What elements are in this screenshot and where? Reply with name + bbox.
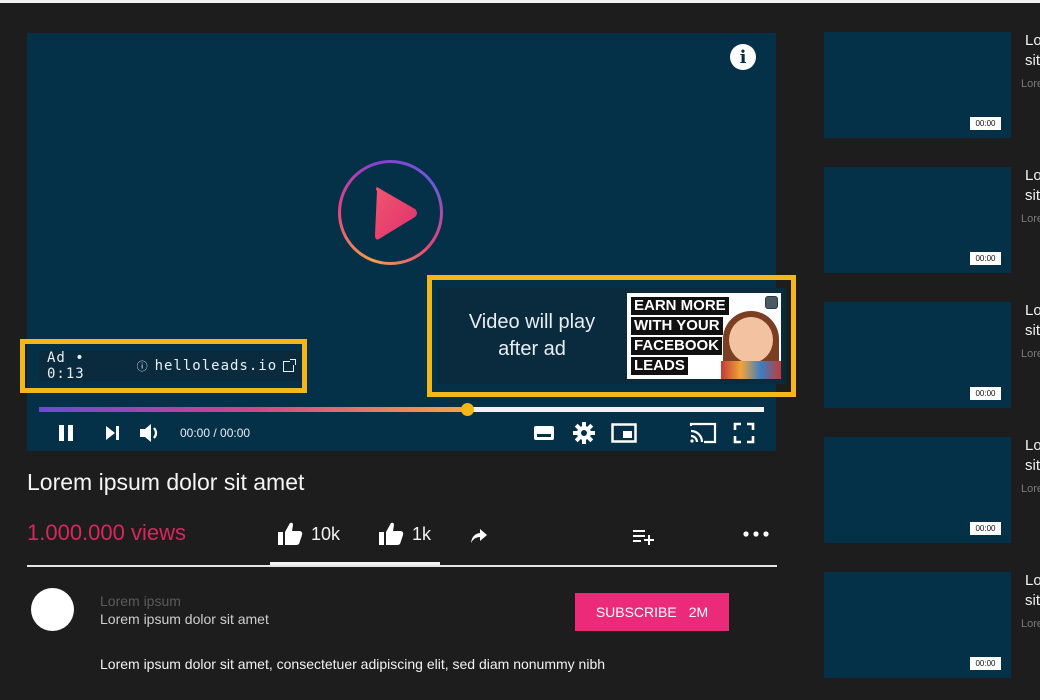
sidebar-title-line2[interactable]: sit [1025, 457, 1040, 474]
settings-button[interactable] [572, 421, 596, 445]
sidebar-video-item[interactable]: 00:00 Lo sit Lorem [824, 302, 1040, 408]
sidebar-title-line2[interactable]: sit [1025, 592, 1040, 609]
ad-badge-icon [765, 296, 778, 309]
ad-countdown: Ad • 0:13 [47, 350, 85, 382]
avatar-face [729, 317, 773, 363]
channel-avatar[interactable] [31, 588, 74, 631]
subscribe-label: SUBSCRIBE [595, 604, 677, 620]
volume-icon [140, 424, 158, 442]
preview-line-2: after ad [498, 338, 566, 360]
info-small-icon: ⓘ [136, 360, 149, 373]
dislike-button[interactable]: 1k [378, 522, 431, 546]
sidebar-meta: Lorem [1021, 78, 1040, 90]
sidebar-meta: Lorem [1021, 348, 1040, 360]
thumbs-up-icon [278, 522, 303, 545]
pause-icon [59, 425, 73, 441]
rating-underline [270, 562, 440, 565]
ad-thumbnail[interactable]: EARN MORE WITH YOUR FACEBOOK LEADS [627, 293, 781, 379]
like-count: 10k [311, 523, 341, 544]
next-button[interactable] [101, 421, 123, 445]
skip-next-icon [106, 426, 119, 440]
sidebar-meta: Lorem [1021, 618, 1040, 630]
ad-text-line: FACEBOOK [631, 337, 723, 355]
preview-message: Video will play after ad [437, 309, 627, 363]
subscribe-button[interactable]: SUBSCRIBE 2M [575, 593, 729, 631]
view-count: 1.000.000 views [27, 520, 186, 545]
ad-domain-link[interactable]: helloleads.io [155, 358, 278, 374]
pause-button[interactable] [55, 421, 77, 445]
add-to-playlist-icon [633, 530, 654, 545]
subscriber-count: 2M [688, 604, 709, 620]
ad-info-bar[interactable]: Ad • 0:13 ⓘ helloleads.io [39, 350, 302, 382]
duration-badge: 00:00 [970, 117, 1001, 130]
ad-text-line: EARN MORE [631, 297, 729, 315]
ad-preview-highlight: Video will play after ad EARN MORE WITH … [427, 275, 796, 397]
info-icon[interactable]: i [730, 44, 756, 70]
subtitles-button[interactable] [532, 421, 556, 445]
ad-info-highlight: Ad • 0:13 ⓘ helloleads.io [20, 339, 307, 393]
sidebar-thumbnail[interactable]: 00:00 [824, 437, 1011, 543]
sidebar-video-item[interactable]: 00:00 Lo sit Lorem [824, 437, 1040, 543]
fullscreen-button[interactable] [732, 421, 756, 445]
sidebar-video-item[interactable]: 00:00 Lo sit Lorem [824, 32, 1040, 138]
play-icon [374, 186, 417, 239]
progress-fill [39, 407, 467, 412]
duration-badge: 00:00 [970, 252, 1001, 265]
volume-button[interactable] [137, 421, 163, 445]
top-border [0, 0, 1040, 3]
preview-line-1: Video will play [468, 311, 596, 333]
sidebar-video-item[interactable]: 00:00 Lo sit Lorem [824, 167, 1040, 273]
channel-subtitle: Lorem ipsum dolor sit amet [100, 611, 269, 627]
sidebar-thumbnail[interactable]: 00:00 [824, 167, 1011, 273]
share-icon [471, 529, 487, 543]
more-button[interactable] [742, 530, 770, 538]
sidebar-title[interactable]: Lo [1025, 167, 1040, 184]
like-button[interactable]: 10k [277, 522, 340, 546]
sidebar-video-item[interactable]: 00:00 Lo sit Lorem [824, 572, 1040, 678]
sidebar-title[interactable]: Lo [1025, 572, 1040, 589]
duration-badge: 00:00 [970, 522, 1001, 535]
cast-button[interactable] [688, 421, 718, 445]
avatar-body [721, 361, 781, 379]
miniplayer-button[interactable] [610, 421, 638, 445]
ad-text-line: LEADS [631, 357, 688, 375]
fullscreen-icon [733, 422, 755, 444]
sidebar-title-line2[interactable]: sit [1025, 52, 1040, 69]
sidebar-meta: Lorem [1021, 213, 1040, 225]
dislike-count: 1k [412, 523, 432, 544]
duration-badge: 00:00 [970, 657, 1001, 670]
external-link-icon[interactable] [283, 358, 296, 372]
add-to-playlist-button[interactable] [633, 529, 655, 545]
video-title: Lorem ipsum dolor sit amet [27, 469, 305, 495]
duration-badge: 00:00 [970, 387, 1001, 400]
sidebar-title[interactable]: Lo [1025, 437, 1040, 454]
progress-thumb[interactable] [460, 403, 474, 416]
cast-icon [689, 422, 717, 444]
sidebar-title[interactable]: Lo [1025, 302, 1040, 319]
progress-bar[interactable] [39, 403, 764, 416]
sidebar-meta: Lorem [1021, 483, 1040, 495]
time-display: 00:00 / 00:00 [180, 426, 251, 440]
sidebar-title-line2[interactable]: sit [1025, 322, 1040, 339]
ad-text-line: WITH YOUR [631, 317, 723, 335]
channel-name[interactable]: Lorem ipsum [100, 593, 181, 609]
miniplayer-icon [611, 423, 637, 443]
sidebar-title-line2[interactable]: sit [1025, 187, 1040, 204]
actions-divider [27, 565, 777, 567]
sidebar-title[interactable]: Lo [1025, 32, 1040, 49]
thumbs-up-icon [379, 522, 404, 545]
sidebar-thumbnail[interactable]: 00:00 [824, 32, 1011, 138]
ad-preview-panel: Video will play after ad EARN MORE WITH … [437, 288, 786, 384]
more-icon [743, 531, 769, 537]
subtitles-icon [534, 426, 554, 440]
gear-icon [573, 422, 595, 444]
sidebar-thumbnail[interactable]: 00:00 [824, 572, 1011, 678]
video-description: Lorem ipsum dolor sit amet, consectetuer… [100, 656, 606, 672]
sidebar-thumbnail[interactable]: 00:00 [824, 302, 1011, 408]
play-button[interactable] [338, 160, 443, 265]
share-button[interactable] [470, 528, 488, 544]
